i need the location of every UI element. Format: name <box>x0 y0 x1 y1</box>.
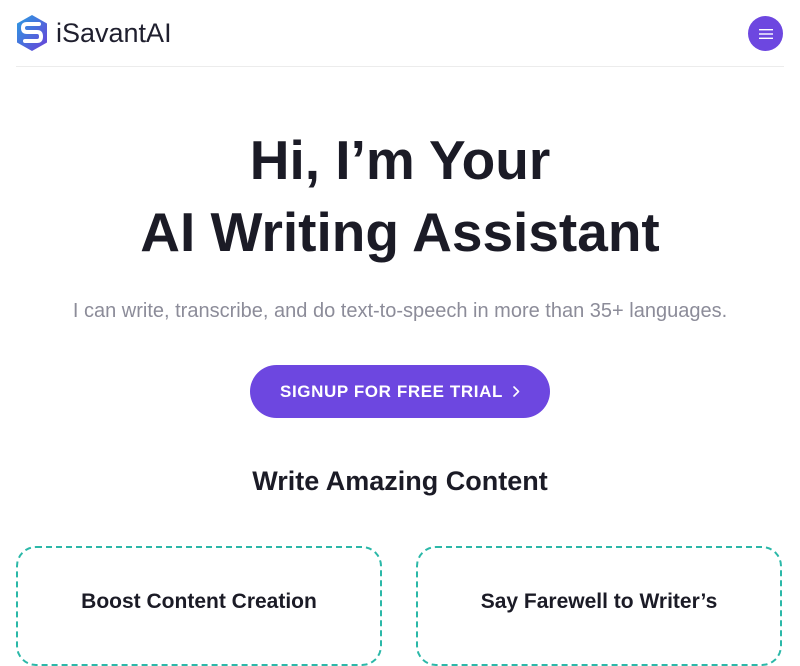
cta-label: SIGNUP FOR FREE TRIAL <box>280 381 503 401</box>
hero-subtitle: I can write, transcribe, and do text-to-… <box>72 300 728 322</box>
feature-card: Say Farewell to Writer’s <box>416 546 782 666</box>
signup-free-trial-button[interactable]: SIGNUP FOR FREE TRIAL <box>250 365 550 418</box>
hero-title-line2: AI Writing Assistant <box>140 201 660 263</box>
brand-logo[interactable]: iSavantAI <box>16 13 172 53</box>
brand-name: iSavantAI <box>56 17 172 48</box>
site-header: iSavantAI <box>16 0 784 67</box>
feature-card: Boost Content Creation <box>16 546 382 666</box>
chevron-right-icon <box>513 386 520 397</box>
hamburger-menu-icon <box>758 28 773 39</box>
feature-card-title: Boost Content Creation <box>81 590 317 613</box>
section-title: Write Amazing Content <box>252 466 548 496</box>
hero-title: Hi, I’m Your AI Writing Assistant <box>0 124 800 268</box>
hero-title-line1: Hi, I’m Your <box>249 129 551 191</box>
menu-button[interactable] <box>748 16 783 51</box>
feature-card-title: Say Farewell to Writer’s <box>480 590 718 613</box>
isavant-logo-icon <box>17 15 47 51</box>
